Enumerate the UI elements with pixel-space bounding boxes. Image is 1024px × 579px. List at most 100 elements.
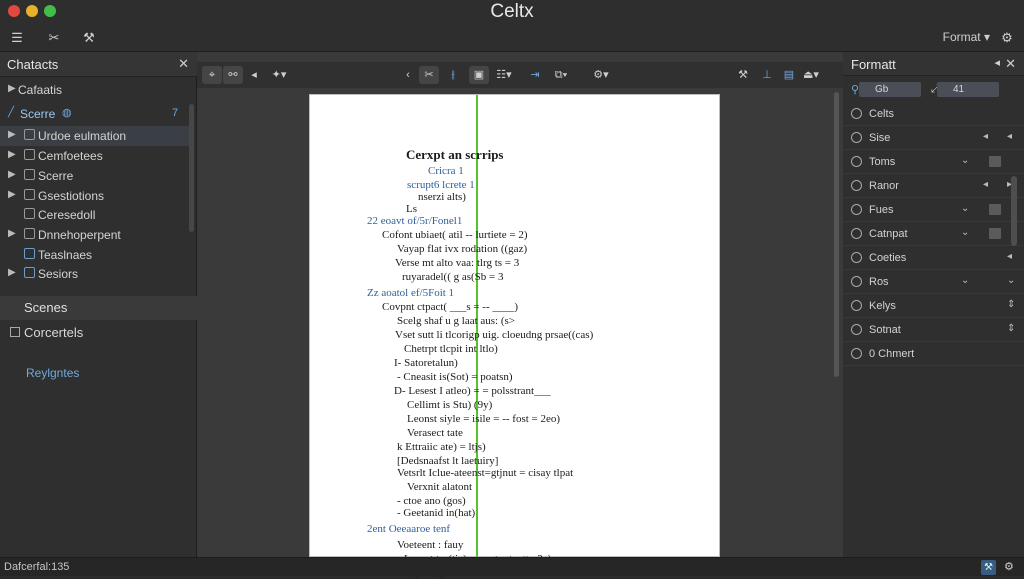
sidebar-item-scerre-selected[interactable]: ╱ Scerre ◍ 7 [0,104,190,124]
select-tool-icon[interactable]: ⌖ [202,66,222,84]
arrow-icon[interactable]: ⇕ [1007,323,1015,334]
arrow-left-icon[interactable]: ◂ [244,66,264,84]
script-line[interactable]: I- Satoretalun) [394,357,458,369]
script-line[interactable]: Cofont ubiaet( atil -- lurtiete = 2) [382,229,528,241]
format-row[interactable]: Coeties ◂ [843,246,1024,270]
wrench-icon[interactable]: ⚒ [80,29,98,47]
sidebar-item-sesiors[interactable]: ▶ Sesiors [0,264,190,284]
script-line[interactable]: 2ent Oeeaaroe tenf [367,523,450,535]
script-line[interactable]: D- Lesest I atleo) = = polsstrant___ [394,385,551,397]
swatch-icon[interactable] [989,204,1001,215]
script-line[interactable]: - Cneasit is(Sot) = poatsn) [397,371,513,383]
format-row[interactable]: Ros ⌄ ⌄ [843,270,1024,294]
chevron-right-icon[interactable]: ▶ [8,189,16,200]
indent-icon[interactable]: ⇥ [525,66,545,84]
script-line[interactable]: Verasect tate [407,427,463,439]
script-line[interactable]: Leonst siyle = isile = -- fost = 2eo) [407,413,560,425]
script-line[interactable]: Vetsrlt Iclue-ateenst=gtjnut = cisay tlp… [397,467,573,479]
sidebar-item-dnnehoperpent[interactable]: ▶ Dnnehoperpent [0,225,190,245]
script-line[interactable]: Cellimt is Stu) (9y) [407,399,492,411]
script-line[interactable]: - ctoe ano (gos) [397,495,466,507]
editor-scrollbar[interactable] [834,92,839,377]
script-line[interactable]: - Geetanid in(hat) [397,507,475,519]
anchor-icon[interactable]: ⊥ [757,66,777,84]
arrow-icon[interactable]: ◂ [1007,131,1012,142]
script-line[interactable]: Vayap flat ivx rodation ((gaz) [397,243,527,255]
format-row[interactable]: Ranor ◂ ▸ [843,174,1024,198]
right-scrollbar[interactable] [1011,176,1017,246]
script-line[interactable]: Chetrpt tlcpit int ltlo) [404,343,498,355]
format-row[interactable]: 0 Chmert [843,342,1024,366]
pin-icon[interactable]: ◂ [994,56,1000,69]
insert-icon[interactable]: ⧉▾ [551,66,571,84]
format-row[interactable]: Catnpat ⌄ [843,222,1024,246]
section-scenes[interactable]: Scenes [0,296,197,320]
section-reylgntes[interactable]: Reylgntes [0,362,197,386]
arrow-icon[interactable]: ◂ [1007,251,1012,262]
script-line[interactable]: scrupt6 lcrete 1 [407,179,475,191]
gear-icon[interactable]: ⚙ [998,29,1016,47]
font-input[interactable]: Gb [859,82,921,97]
script-line[interactable]: Voeteent : fauy [397,539,463,551]
close-icon[interactable]: ✕ [178,56,189,72]
format-row[interactable]: Celts [843,102,1024,126]
script-line[interactable]: Zz aoatol ef/5Foit 1 [367,287,454,299]
script-page[interactable]: Cerxpt an scrrips Cricra 1 scrupt6 lcrete … [309,94,720,579]
script-line[interactable]: Verxnit alatont [407,481,472,493]
star-icon[interactable]: ✦▾ [269,66,289,84]
left-scrollbar[interactable] [189,104,194,232]
chevron-right-icon[interactable]: ▶ [8,83,16,94]
section-corcertels[interactable]: Corcertels [0,321,197,345]
tools-icon[interactable]: ✂ [45,29,63,47]
sidebar-item-cemfoetees[interactable]: ▶ Cemfoetees [0,146,190,166]
format-row[interactable]: Sise ◂ ◂ [843,126,1024,150]
frame-icon[interactable]: ▣ [469,66,489,84]
script-line[interactable]: Ls [406,203,417,215]
script-line[interactable]: 22 eoavt of/5r/Fonel1 [367,215,462,227]
eject-icon[interactable]: ⏏▾ [801,66,821,84]
image-icon[interactable]: ▤ [779,66,799,84]
chevron-right-icon[interactable]: ▶ [8,228,16,239]
format-row[interactable]: Sotnat ⇕ [843,318,1024,342]
format-row[interactable]: Fues ⌄ [843,198,1024,222]
tools-icon[interactable]: ⚒ [733,66,753,84]
script-line[interactable]: Verse mt alto vaa: tlrg ts = 3 [395,257,519,269]
list-icon[interactable]: ☰ [8,29,26,47]
sidebar-item-gsestiotions[interactable]: ▶ Gsestiotions [0,186,190,206]
script-line[interactable]: Cerxpt an scrrips [406,147,504,163]
script-line[interactable]: [Dedsnaafst lt laetuiry] [397,455,498,467]
settings-icon[interactable]: ⚙ [1004,560,1014,573]
swatch-icon[interactable] [989,228,1001,239]
chevron-down-icon[interactable]: ⌄ [961,227,969,238]
arrow-icon[interactable]: ◂ [983,131,988,142]
chevron-down-icon[interactable]: ⌄ [961,275,969,286]
format-row[interactable]: Kelys ⇕ [843,294,1024,318]
sidebar-item-scerre[interactable]: ▶ Scerre [0,166,190,186]
chevron-right-icon[interactable]: ▶ [8,267,16,278]
format-row[interactable]: Toms ⌄ [843,150,1024,174]
chevron-right-icon[interactable]: ▶ [8,169,16,180]
arrow-icon[interactable]: ⌄ [1007,275,1015,286]
arrow-icon[interactable]: ⇕ [1007,299,1015,310]
arrow-icon[interactable]: ◂ [983,179,988,190]
settings-icon[interactable]: ⚙▾ [591,66,611,84]
script-line[interactable]: Scelg shaf u g laat aus: (s> [397,315,515,327]
link-icon[interactable]: ⚯ [223,66,243,84]
chevron-down-icon[interactable]: ⌄ [961,203,969,214]
tools-icon[interactable]: ⚒ [981,560,996,575]
align-icon[interactable]: ⫲ [443,66,463,84]
script-line[interactable]: k Ettraiic ate) = ltjs) [397,441,486,453]
sidebar-item-teaslnaes[interactable]: Teaslnaes [0,245,190,265]
chevron-right-icon[interactable]: ▶ [8,149,16,160]
close-icon[interactable]: ✕ [1005,56,1016,72]
script-line[interactable]: Vset sutt li tlcorigp uig. cloeudng prsa… [395,329,593,341]
sidebar-item-urdoe-eulmation[interactable]: ▶ Urdoe eulmation [0,126,190,146]
chevron-down-icon[interactable]: ⌄ [961,155,969,166]
chevron-left-icon[interactable]: ‹ [398,66,418,84]
cut-icon[interactable]: ✂ [419,66,439,84]
script-line[interactable]: Covpnt ctpact( ___s = -- ____) [382,301,518,313]
script-line[interactable]: Cricra 1 [428,165,464,177]
sidebar-item-cafaatis[interactable]: ▶ Cafaatis [0,80,190,100]
size-input[interactable]: 41 [937,82,999,97]
script-line[interactable]: nserzi alts) [418,191,466,203]
